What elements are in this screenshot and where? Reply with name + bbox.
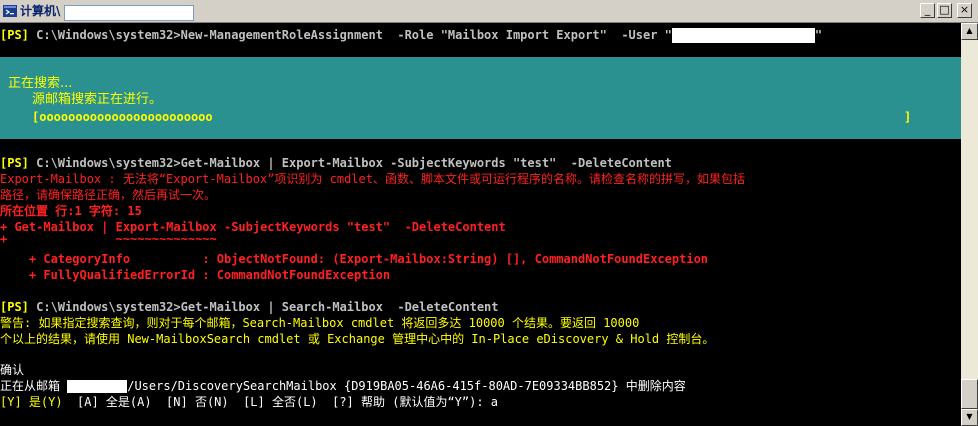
confirm-title: 确认 xyxy=(0,363,25,377)
confirm-prefix: 正在从邮箱 xyxy=(0,379,68,393)
warning-line-1: 警告: 如果指定搜索查询，则对于每个邮箱，Search-Mailbox cmdl… xyxy=(0,316,640,330)
progress-title: 正在搜索... xyxy=(8,76,73,91)
redacted-title-field xyxy=(64,5,194,21)
redacted-user xyxy=(671,28,815,43)
command-line-2: [PS] C:\Windows\system32>Get-Mailbox | E… xyxy=(0,155,672,171)
command-line-1: [PS] C:\Windows\system32>New-ManagementR… xyxy=(0,27,822,43)
window-title: 计算机\ xyxy=(20,4,61,18)
ps-prompt-tag: [PS] xyxy=(0,156,29,170)
title-bar[interactable]: 计算机\ _ □ × xyxy=(0,0,978,23)
error-line-3: 所在位置 行:1 字符: 15 xyxy=(0,204,142,218)
ps-prompt-tag: [PS] xyxy=(0,300,29,314)
powershell-window: 计算机\ _ □ × [PS] C:\Windows\system32>New-… xyxy=(0,0,978,426)
minimize-button[interactable]: _ xyxy=(920,3,935,18)
command-line-3: [PS] C:\Windows\system32>Get-Mailbox | S… xyxy=(0,299,499,315)
command-text: C:\Windows\system32>Get-Mailbox | Export… xyxy=(28,156,672,170)
error-line-2: 路径，请确保路径正确，然后再试一次。 xyxy=(0,188,217,202)
confirm-message: 正在从邮箱 /Users/DiscoverySearchMailbox {D91… xyxy=(0,378,686,394)
scroll-down-arrow-icon[interactable]: ▼ xyxy=(961,409,978,426)
powershell-app-icon xyxy=(3,5,17,17)
command-tail: " xyxy=(814,28,823,42)
error-line-1: Export-Mailbox : 无法将“Export-Mailbox”项识别为… xyxy=(0,172,745,186)
command-text: C:\Windows\system32>New-ManagementRoleAs… xyxy=(28,28,672,42)
confirm-choices[interactable]: [Y] 是(Y) [A] 全是(A) [N] 否(N) [L] 全否(L) [?… xyxy=(0,394,498,410)
ps-prompt-tag: [PS] xyxy=(0,28,29,42)
scrollbar-thumb[interactable] xyxy=(961,379,978,409)
scroll-up-arrow-icon[interactable]: ▲ xyxy=(961,23,978,40)
error-line-7: + FullyQualifiedErrorId : CommandNotFoun… xyxy=(0,268,391,282)
choice-yes: [Y] 是(Y) xyxy=(0,395,63,409)
close-button[interactable]: × xyxy=(957,3,972,18)
choices-rest: [A] 全是(A) [N] 否(N) [L] 全否(L) [?] 帮助 (默认值… xyxy=(62,395,499,409)
maximize-button[interactable]: □ xyxy=(937,3,952,18)
command-text: C:\Windows\system32>Get-Mailbox | Search… xyxy=(28,300,499,314)
error-line-5: + ~~~~~~~~~~~~~~ xyxy=(0,232,217,246)
vertical-scrollbar[interactable]: ▲ ▼ xyxy=(961,23,978,426)
progress-bar: [oooooooooooooooooooooooo xyxy=(32,110,213,124)
confirm-suffix: /Users/DiscoverySearchMailbox {D919BA05-… xyxy=(127,379,686,393)
progress-area: 正在搜索... 源邮箱搜索正在进行。 [oooooooooooooooooooo… xyxy=(0,57,961,139)
warning-line-2: 个以上的结果，请使用 New-MailboxSearch cmdlet 或 Ex… xyxy=(0,332,715,346)
progress-bar-end: ] xyxy=(904,110,912,124)
progress-status: 源邮箱搜索正在进行。 xyxy=(32,92,163,107)
redacted-mailbox xyxy=(67,380,128,393)
console-output[interactable]: [PS] C:\Windows\system32>New-ManagementR… xyxy=(0,23,961,426)
error-line-6: + CategoryInfo : ObjectNotFound: (Export… xyxy=(0,252,709,266)
